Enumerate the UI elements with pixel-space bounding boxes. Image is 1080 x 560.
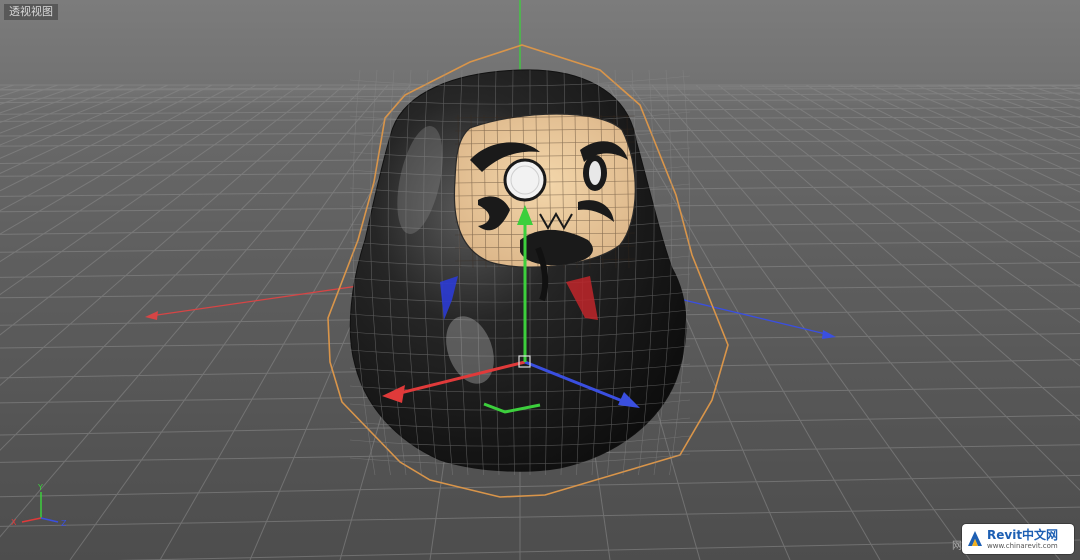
grid-line <box>871 84 1080 177</box>
grid-line <box>959 84 1080 128</box>
axis-x-label: X <box>11 518 17 527</box>
watermark-url: www.chinarevit.com <box>987 541 1058 550</box>
right-eye-pupil <box>589 161 601 185</box>
grid-line <box>827 84 1080 212</box>
grid-line <box>1047 84 1080 95</box>
grid-line <box>805 84 1080 233</box>
grid-line <box>981 84 1080 119</box>
grid-line <box>0 506 1080 527</box>
world-z-axis-arrow <box>822 330 836 339</box>
revit-logo-icon <box>968 531 982 546</box>
viewport-title: 透视视图 <box>4 4 58 20</box>
grid-line <box>651 84 1061 560</box>
grid-line <box>893 84 1080 162</box>
grid-line <box>915 84 1080 150</box>
world-x-axis-arrow <box>145 311 158 320</box>
axis-orientation-indicator: Y X Z <box>11 483 67 528</box>
watermark-title: Revit中文网 <box>987 527 1059 542</box>
grid-line <box>937 84 1080 138</box>
grid-line <box>849 84 1080 193</box>
axis-y-label: Y <box>37 483 43 492</box>
watermark-badge: Revit中文网 www.chinarevit.com <box>962 524 1074 554</box>
axis-z-label: Z <box>61 519 67 528</box>
watermark-prefix: 网 <box>952 541 962 552</box>
scene-canvas[interactable] <box>0 0 1080 560</box>
perspective-viewport[interactable]: 透视视图 Y X Z 网 Revit中文网 www.chinarevit.com <box>0 0 1080 560</box>
grid-line <box>0 474 1080 498</box>
